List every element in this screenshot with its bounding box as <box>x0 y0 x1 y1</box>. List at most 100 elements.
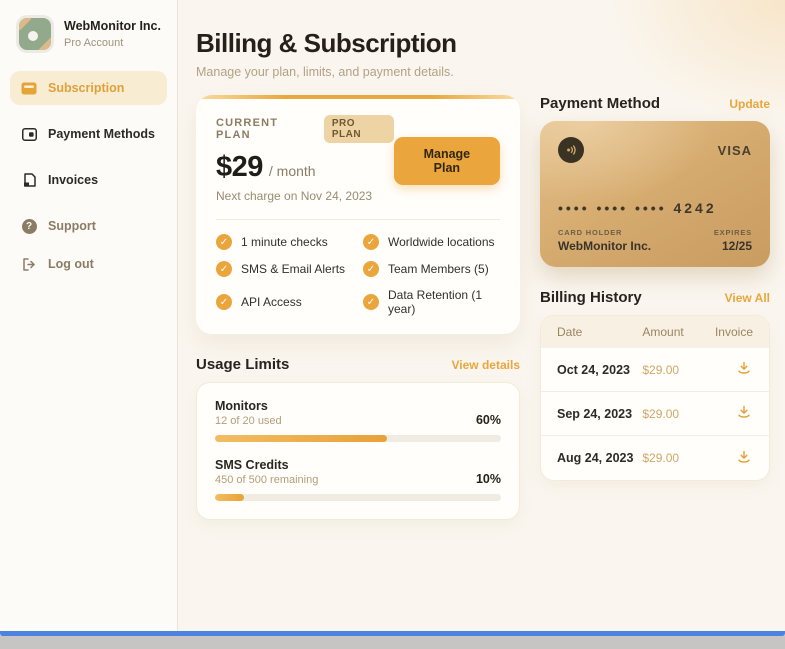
current-plan-label: CURRENT PLAN <box>216 117 314 141</box>
table-header-row: Date Amount Invoice <box>541 316 769 348</box>
meter-detail: 450 of 500 remaining <box>215 474 318 486</box>
column-header-amount: Amount <box>642 325 710 339</box>
download-invoice-button[interactable] <box>735 359 753 377</box>
view-all-link[interactable]: View All <box>725 291 770 305</box>
sidebar-item-logout[interactable]: Log out <box>10 247 167 281</box>
invoice-date: Oct 24, 2023 <box>557 363 642 377</box>
update-link[interactable]: Update <box>729 97 770 111</box>
download-invoice-button[interactable] <box>735 403 753 421</box>
credit-card: VISA •••• •••• •••• 4242 CARD HOLDER Web… <box>540 121 770 267</box>
usage-limits-card: Monitors 12 of 20 used 60% SMS Cre <box>196 382 520 520</box>
sidebar-item-label: Payment Methods <box>48 127 155 141</box>
billing-history-title: Billing History <box>540 289 642 306</box>
plan-period: / month <box>269 163 316 179</box>
feature-label: API Access <box>241 295 302 309</box>
billing-history-section-header: Billing History View All <box>540 289 770 306</box>
table-row: Aug 24, 2023 $29.00 <box>541 436 769 480</box>
plan-info: CURRENT PLAN PRO PLAN $29 / month Next c… <box>216 115 394 203</box>
invoice-amount: $29.00 <box>642 363 710 377</box>
card-holder-block: CARD HOLDER WebMonitor Inc. <box>558 228 651 253</box>
feature-label: 1 minute checks <box>241 235 328 249</box>
current-plan-card: CURRENT PLAN PRO PLAN $29 / month Next c… <box>196 95 520 334</box>
org-header: WebMonitor Inc. Pro Account <box>0 15 177 71</box>
logo-decoration <box>38 37 54 53</box>
card-expiry-date: 12/25 <box>714 239 752 253</box>
table-row: Oct 24, 2023 $29.00 <box>541 348 769 392</box>
sidebar-item-label: Invoices <box>48 173 98 187</box>
meter-percent: 60% <box>476 413 501 427</box>
page-title: Billing & Subscription <box>196 28 770 59</box>
check-icon: ✓ <box>216 261 232 277</box>
next-charge-text: Next charge on Nov 24, 2023 <box>216 189 394 203</box>
sidebar-item-subscription[interactable]: Subscription <box>10 71 167 105</box>
feature-item: ✓ 1 minute checks <box>216 234 353 250</box>
usage-meter-monitors: Monitors 12 of 20 used 60% <box>215 399 501 442</box>
contactless-icon <box>558 137 584 163</box>
download-icon <box>737 450 751 464</box>
check-icon: ✓ <box>216 294 232 310</box>
left-column: CURRENT PLAN PRO PLAN $29 / month Next c… <box>196 95 520 520</box>
main-content: Billing & Subscription Manage your plan,… <box>178 0 785 631</box>
usage-section-header: Usage Limits View details <box>196 356 520 373</box>
progress-track <box>215 435 501 442</box>
download-invoice-button[interactable] <box>735 448 753 466</box>
billing-history-table: Date Amount Invoice Oct 24, 2023 $29.00 <box>540 315 770 481</box>
feature-item: ✓ Team Members (5) <box>363 261 500 277</box>
card-network-label: VISA <box>718 143 752 158</box>
sidebar-item-label: Support <box>48 219 96 233</box>
check-icon: ✓ <box>363 294 379 310</box>
check-icon: ✓ <box>216 234 232 250</box>
download-icon <box>737 405 751 419</box>
feature-label: Worldwide locations <box>388 235 495 249</box>
wallet-card-icon <box>21 126 37 142</box>
invoice-date: Sep 24, 2023 <box>557 407 642 421</box>
sidebar-item-label: Log out <box>48 257 94 271</box>
desktop-background <box>0 636 785 649</box>
app-window: WebMonitor Inc. Pro Account Subscription… <box>0 0 785 631</box>
content-grid: CURRENT PLAN PRO PLAN $29 / month Next c… <box>196 95 770 520</box>
download-icon <box>737 361 751 375</box>
pro-plan-badge: PRO PLAN <box>324 115 394 143</box>
sidebar-item-invoices[interactable]: Invoices <box>10 163 167 197</box>
meter-percent: 10% <box>476 472 501 486</box>
logo-decoration <box>16 15 31 30</box>
sidebar-nav: Subscription Payment Methods Invoices ? … <box>0 71 177 285</box>
invoice-amount: $29.00 <box>642 451 710 465</box>
view-details-link[interactable]: View details <box>452 358 520 372</box>
logout-icon <box>21 256 37 272</box>
invoice-date: Aug 24, 2023 <box>557 451 642 465</box>
meter-name: Monitors <box>215 399 282 413</box>
feature-item: ✓ SMS & Email Alerts <box>216 261 353 277</box>
divider <box>216 219 500 220</box>
org-logo <box>16 15 54 53</box>
feature-label: Data Retention (1 year) <box>388 288 500 316</box>
feature-item: ✓ Data Retention (1 year) <box>363 288 500 316</box>
feature-item: ✓Worldwide locations <box>363 234 500 250</box>
sidebar-item-support[interactable]: ? Support <box>10 209 167 243</box>
card-holder-name: WebMonitor Inc. <box>558 239 651 253</box>
check-icon: ✓ <box>363 261 379 277</box>
payment-method-title: Payment Method <box>540 95 660 112</box>
feature-label: Team Members (5) <box>388 262 489 276</box>
sidebar-item-label: Subscription <box>48 81 124 95</box>
card-number-masked: •••• •••• •••• 4242 <box>558 200 752 216</box>
feature-item: ✓ API Access <box>216 288 353 316</box>
manage-plan-button[interactable]: Manage Plan <box>394 137 500 185</box>
card-expiry-block: EXPIRES 12/25 <box>714 228 752 253</box>
plan-card-body: CURRENT PLAN PRO PLAN $29 / month Next c… <box>196 99 520 334</box>
credit-card-icon <box>21 80 37 96</box>
page-subtitle: Manage your plan, limits, and payment de… <box>196 65 770 79</box>
org-name: WebMonitor Inc. <box>64 19 161 35</box>
invoice-amount: $29.00 <box>642 407 710 421</box>
sidebar: WebMonitor Inc. Pro Account Subscription… <box>0 0 178 631</box>
right-column: Payment Method Update VISA •••• •••• •••… <box>540 95 770 481</box>
payment-method-section-header: Payment Method Update <box>540 95 770 112</box>
usage-title: Usage Limits <box>196 356 289 373</box>
org-text: WebMonitor Inc. Pro Account <box>64 19 161 49</box>
logo-decoration <box>28 31 38 41</box>
feature-label: SMS & Email Alerts <box>241 262 345 276</box>
invoice-document-icon <box>21 172 37 188</box>
meter-detail: 12 of 20 used <box>215 415 282 427</box>
sidebar-item-payment-methods[interactable]: Payment Methods <box>10 117 167 151</box>
meter-name: SMS Credits <box>215 458 318 472</box>
